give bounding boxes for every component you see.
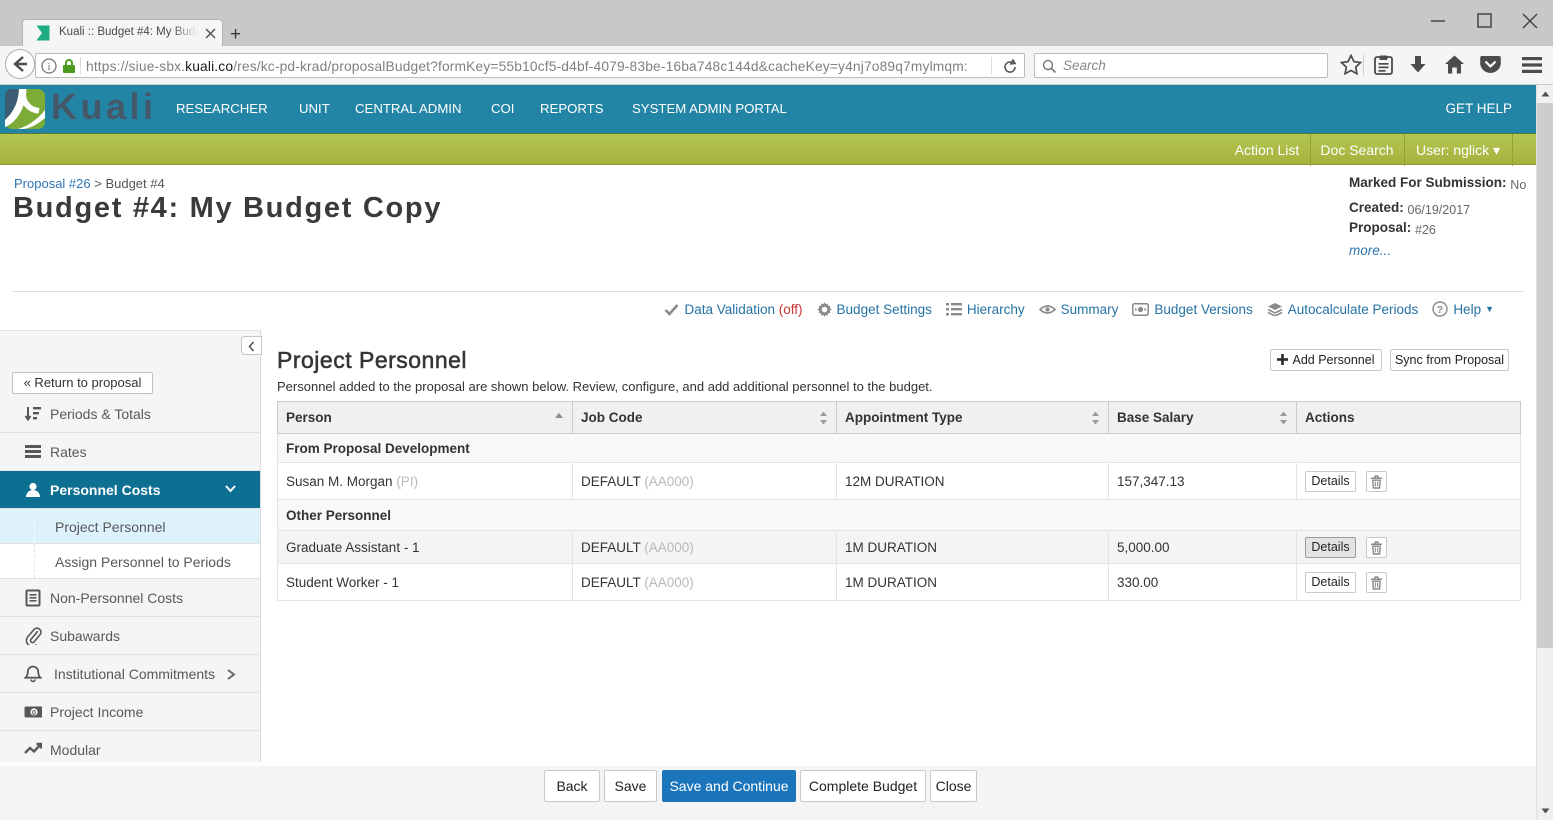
svg-text:?: ? — [1437, 304, 1443, 316]
svg-text:0: 0 — [32, 708, 36, 717]
svg-text:i: i — [47, 61, 50, 73]
